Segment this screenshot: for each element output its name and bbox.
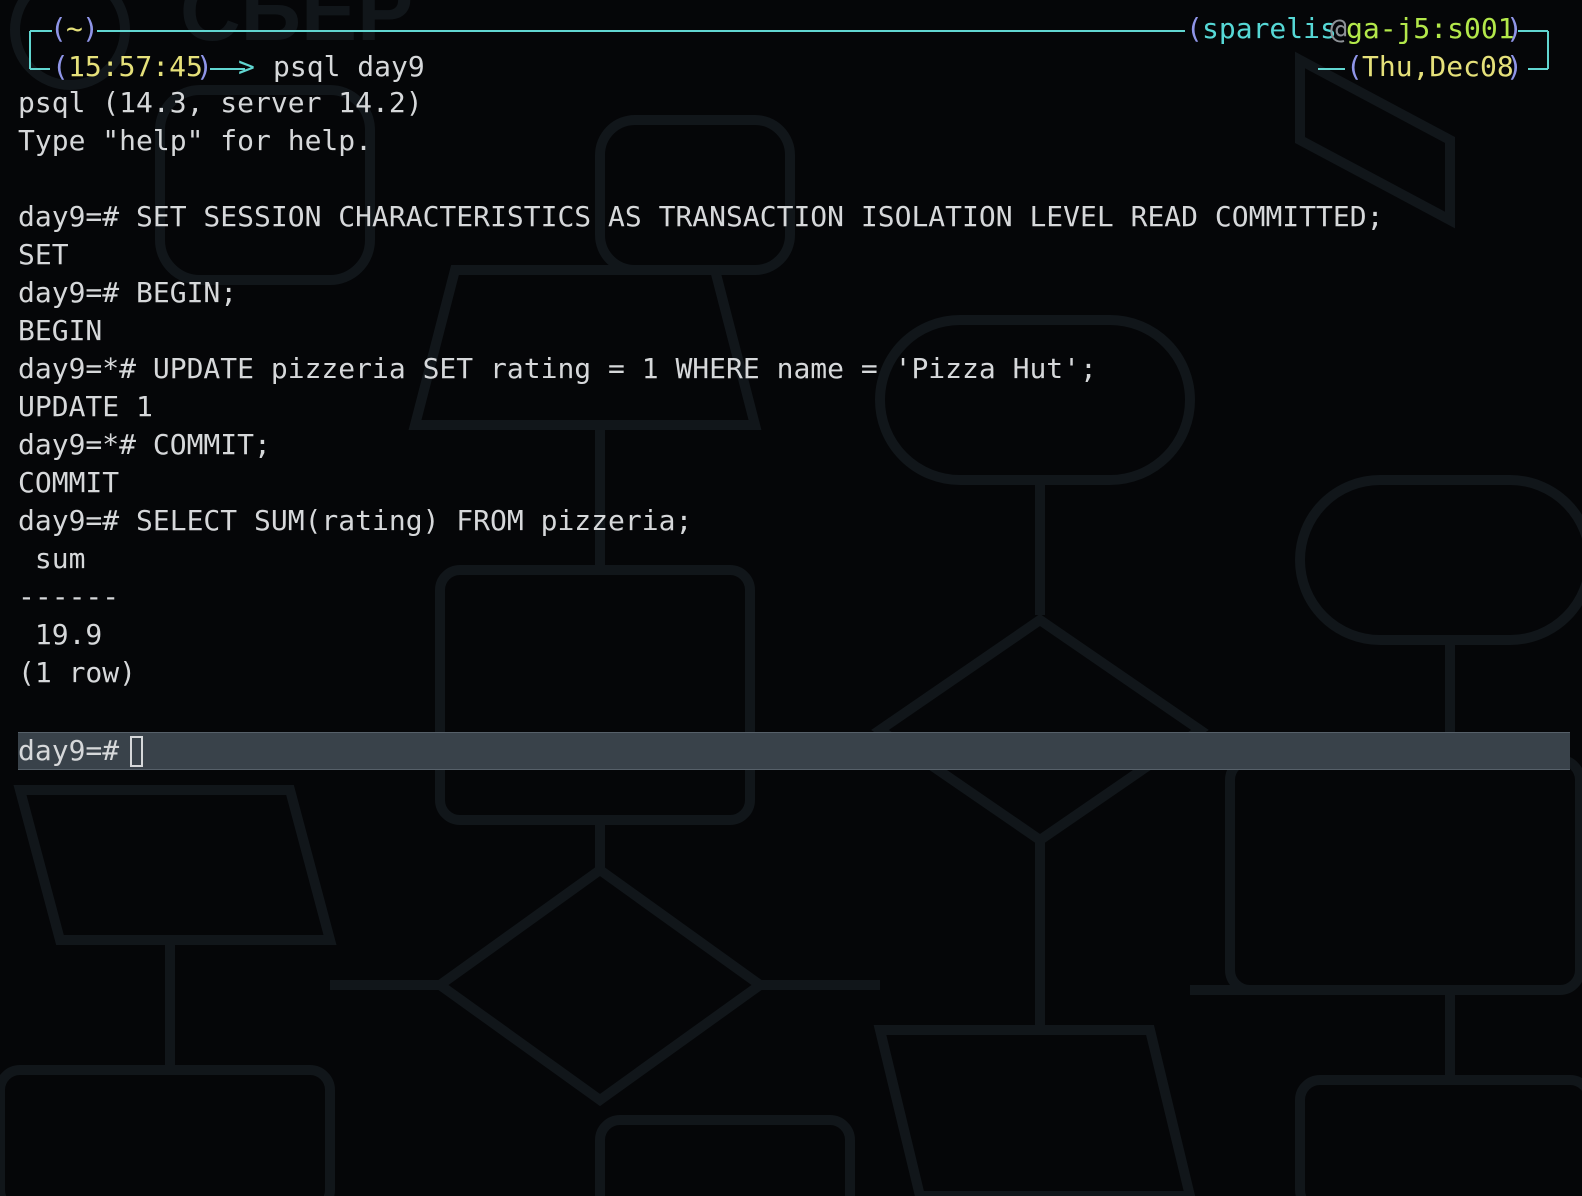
- output-line: day9=# BEGIN;: [18, 276, 238, 309]
- prompt-close-paren: ): [82, 12, 99, 45]
- prompt-at: @: [1330, 12, 1347, 45]
- output-line: psql (14.3, server 14.2): [18, 86, 423, 119]
- psql-prompt: day9=#: [18, 734, 137, 767]
- prompt-host: ga-j5:s001: [1346, 12, 1515, 45]
- text-cursor: [130, 736, 143, 767]
- output-line: COMMIT: [18, 466, 120, 499]
- command-input-line[interactable]: day9=#: [18, 732, 1570, 770]
- date-close-paren: ): [1506, 50, 1523, 83]
- output-line: day9=# SET SESSION CHARACTERISTICS AS TR…: [18, 200, 1384, 233]
- shell-prompt-frame: ( ~ ) ( 15:57:45 ) > psql day9 ( spareli…: [0, 0, 1582, 90]
- prompt-date: Thu,Dec08: [1362, 50, 1514, 83]
- prompt-open-paren: (: [50, 12, 67, 45]
- prompt-arrow-icon: >: [238, 50, 255, 83]
- cwd-label: ~: [66, 12, 83, 45]
- time-close-paren: ): [196, 50, 213, 83]
- date-open-paren: (: [1346, 50, 1363, 83]
- output-line: day9=# SELECT SUM(rating) FROM pizzeria;: [18, 504, 693, 537]
- output-line: UPDATE 1: [18, 390, 153, 423]
- time-open-paren: (: [52, 50, 69, 83]
- output-line: day9=*# COMMIT;: [18, 428, 271, 461]
- result-header: sum: [18, 542, 86, 575]
- result-value: 19.9: [18, 618, 103, 651]
- prompt-time: 15:57:45: [68, 50, 203, 83]
- userhost-open-paren: (: [1186, 12, 1203, 45]
- result-separator: ------: [18, 580, 120, 613]
- prompt-user: sparelis: [1202, 12, 1337, 45]
- output-line: SET: [18, 238, 69, 271]
- output-line: Type "help" for help.: [18, 124, 373, 157]
- entered-command: psql day9: [273, 50, 425, 83]
- terminal-window[interactable]: ( ~ ) ( 15:57:45 ) > psql day9 ( spareli…: [0, 0, 1582, 1196]
- userhost-close-paren: ): [1506, 12, 1523, 45]
- output-line: day9=*# UPDATE pizzeria SET rating = 1 W…: [18, 352, 1097, 385]
- result-row-count: (1 row): [18, 656, 137, 689]
- output-line: BEGIN: [18, 314, 103, 347]
